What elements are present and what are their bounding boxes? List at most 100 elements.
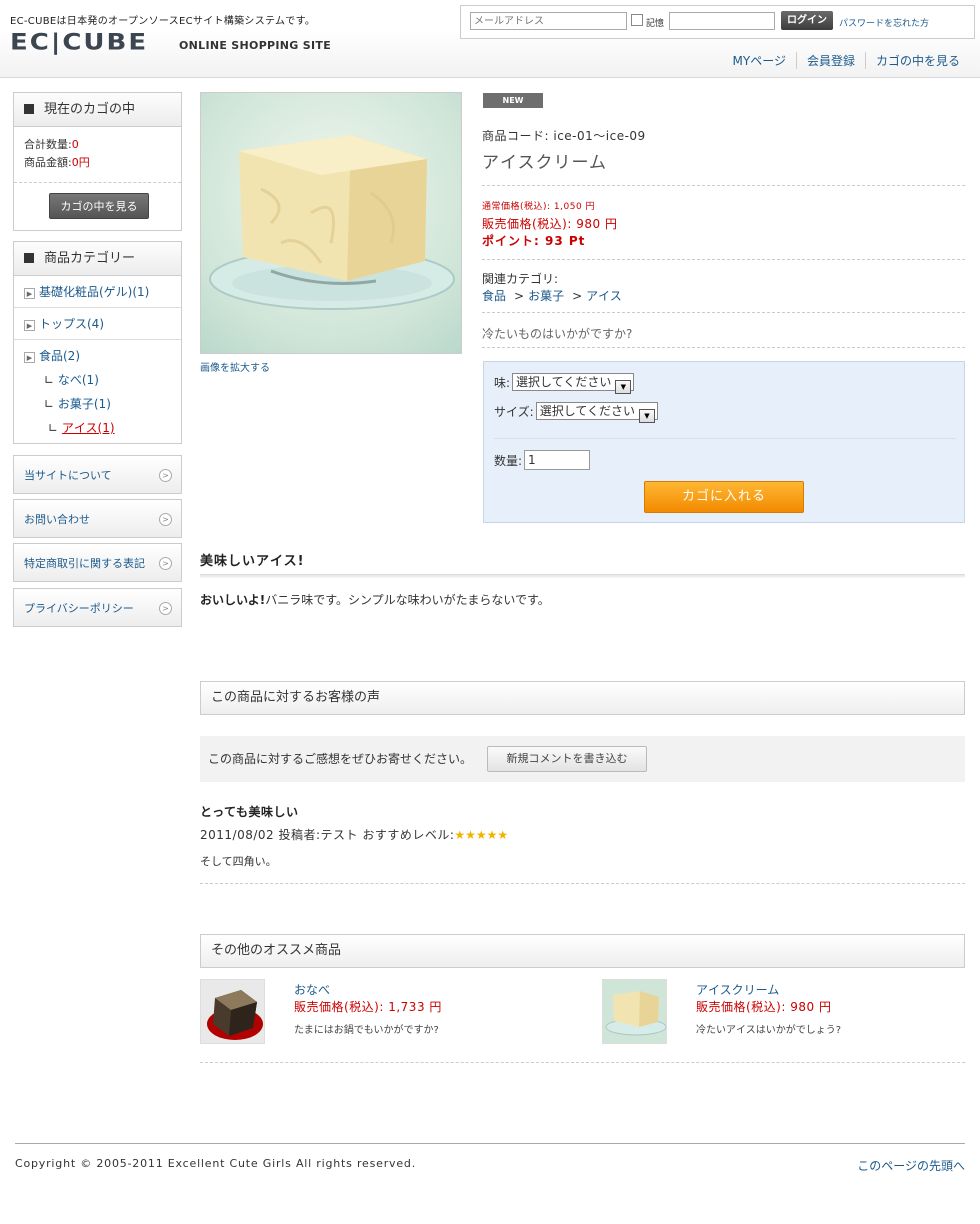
ice-cream-image: [209, 135, 455, 310]
size-label: サイズ:: [494, 404, 534, 419]
square-bullet-icon: [24, 253, 34, 263]
quantity-input[interactable]: 1: [524, 450, 591, 470]
category-link-tops[interactable]: トップス(4): [39, 317, 104, 331]
chevron-right-icon: >: [159, 513, 172, 526]
recommend-price-nabe: 販売価格(税込): 1,733 円: [294, 1000, 442, 1014]
related-link-ice[interactable]: アイス: [586, 289, 622, 303]
category-link-food[interactable]: 食品(2): [39, 349, 80, 363]
cart-summary-box: 現在のカゴの中 合計数量:0 商品金額:0円 カゴの中を見る: [13, 92, 182, 231]
points: ポイント: 93 Pt: [482, 234, 586, 248]
sidebar-link-label[interactable]: 当サイトについて: [24, 469, 112, 482]
sub-title: 美味しいアイス!: [200, 554, 305, 569]
remember-checkbox[interactable]: [631, 14, 643, 26]
recommend-price-ice: 販売価格(税込): 980 円: [696, 1000, 832, 1014]
related-link-okashi[interactable]: お菓子: [528, 289, 564, 303]
nav-mypage-link[interactable]: MYページ: [723, 52, 796, 69]
category-box: 商品カテゴリー ▶ 基礎化粧品(ゲル)(1) ▶ トップス(4) ▶ 食品(2) ∟ …: [13, 241, 182, 444]
add-to-cart-button[interactable]: カゴに入れる: [644, 481, 804, 513]
header: EC-CUBEは日本発のオープンソースECサイト構築システムです。 EC|CUB…: [0, 0, 980, 78]
category-box-header: 商品カテゴリー: [14, 242, 181, 276]
cart-box-header: 現在のカゴの中: [14, 93, 181, 127]
copyright: Copyright © 2005-2011 Excellent Cute Gir…: [15, 1157, 416, 1170]
footer-divider: [15, 1143, 965, 1144]
site-tagline: EC-CUBEは日本発のオープンソースECサイト構築システムです。: [10, 16, 316, 27]
chevron-down-icon: ▼: [615, 380, 632, 394]
sale-price: 販売価格(税込): 980 円: [482, 217, 618, 231]
sub-text-body: バニラ味です。シンプルな味わいがたまらないです。: [265, 593, 550, 607]
category-item: ▶ 食品(2) ∟ なべ(1) ∟ お菓子(1) ∟ アイス(1): [14, 340, 181, 443]
reviews-header: この商品に対するお客様の声: [200, 681, 965, 715]
logo-subtitle: ONLINE SHOPPING SITE: [179, 39, 332, 52]
recommend-name-nabe[interactable]: おなべ: [294, 981, 330, 998]
total-price-label: 商品金額:: [24, 156, 72, 169]
recommend-image-ice[interactable]: [602, 979, 667, 1044]
chevron-right-icon: >: [159, 557, 172, 570]
password-input[interactable]: [669, 12, 775, 30]
nav-register-link[interactable]: 会員登録: [795, 52, 865, 69]
product-name: アイスクリーム: [482, 153, 607, 173]
sidebar-link-about[interactable]: 当サイトについて >: [13, 455, 182, 494]
site-logo[interactable]: EC|CUBE: [10, 30, 148, 56]
add-to-cart-form: 味: 選択してください ▼ サイズ: 選択してください ▼ 数量: 1 カゴに入れる: [483, 361, 965, 523]
flavor-select-value: 選択してください: [516, 375, 612, 389]
product-main-image[interactable]: [200, 92, 462, 354]
sidebar-link-law[interactable]: 特定商取引に関する表記 >: [13, 543, 182, 582]
sidebar-link-privacy[interactable]: プライバシーポリシー >: [13, 588, 182, 627]
chevron-right-icon: >: [159, 602, 172, 615]
size-select[interactable]: 選択してください ▼: [535, 402, 658, 423]
sidebar-link-contact[interactable]: お問い合わせ >: [13, 499, 182, 538]
divider: [482, 185, 965, 186]
cart-box-title: 現在のカゴの中: [44, 102, 136, 117]
sidebar-link-label[interactable]: プライバシーポリシー: [24, 602, 134, 615]
category-link-nabe[interactable]: なべ(1): [58, 373, 99, 387]
category-link-skincare[interactable]: 基礎化粧品(ゲル)(1): [39, 285, 149, 299]
category-link-ice[interactable]: アイス(1): [62, 421, 115, 435]
nav-cart-link[interactable]: カゴの中を見る: [864, 52, 970, 69]
divider: [482, 312, 965, 313]
sidebar-link-label[interactable]: お問い合わせ: [24, 513, 90, 526]
chevron-down-icon: ▼: [638, 409, 655, 423]
ice-cream-thumb: [605, 991, 666, 1036]
sidebar-link-label[interactable]: 特定商取引に関する表記: [24, 557, 145, 570]
recommend-header: その他のオススメ商品: [200, 934, 965, 968]
header-nav: MYページ 会員登録 カゴの中を見る: [723, 52, 970, 69]
total-price-value: 0円: [71, 156, 90, 169]
flavor-label: 味:: [494, 375, 511, 390]
new-comment-button[interactable]: 新規コメントを書き込む: [487, 746, 647, 772]
related-link-food[interactable]: 食品: [482, 289, 506, 303]
qty-label: 数量:: [494, 453, 523, 468]
forgot-password-link[interactable]: パスワードを忘れた方: [839, 16, 929, 29]
star-rating-icon: ★★★★★: [454, 828, 509, 842]
category-link-okashi[interactable]: お菓子(1): [58, 397, 111, 411]
product-code: 商品コード: ice-01～ice-09: [482, 129, 646, 143]
category-item: ▶ 基礎化粧品(ゲル)(1): [14, 276, 181, 308]
view-cart-button[interactable]: カゴの中を見る: [49, 193, 149, 219]
flavor-row: 味: 選択してください ▼: [494, 373, 635, 394]
divider: [200, 883, 965, 884]
total-qty-label: 合計数量:: [24, 138, 72, 151]
sub-divider: [200, 574, 965, 578]
email-input[interactable]: [470, 12, 627, 30]
recommend-comment-ice: 冷たいアイスはいかがでしょう?: [696, 1025, 842, 1036]
login-box: 記憶 ログイン パスワードを忘れた方: [460, 5, 975, 39]
login-button[interactable]: ログイン: [781, 11, 833, 30]
size-select-value: 選択してください: [539, 404, 635, 418]
divider: [200, 1062, 965, 1063]
category-box-title: 商品カテゴリー: [44, 251, 136, 266]
square-bullet-icon: [24, 104, 34, 114]
triangle-right-icon: ▶: [24, 288, 35, 299]
zoom-image-link[interactable]: 画像を拡大する: [200, 359, 270, 374]
cart-info: 合計数量:0 商品金額:0円: [14, 127, 181, 183]
review-prompt: この商品に対するご感想をぜひお寄せください。: [208, 752, 473, 766]
nabe-image: [207, 990, 263, 1040]
review-body: そして四角い。: [200, 855, 277, 868]
sub-text-bold: おいしいよ!: [200, 593, 266, 607]
page-top-link[interactable]: このページの先頭へ: [857, 1157, 965, 1174]
divider: [482, 347, 965, 348]
flavor-select[interactable]: 選択してください ▼: [512, 373, 635, 394]
recommend-name-ice[interactable]: アイスクリーム: [696, 981, 779, 998]
recommend-image-nabe[interactable]: [200, 979, 265, 1044]
category-item: ▶ トップス(4): [14, 308, 181, 340]
breadcrumb-separator: >: [514, 289, 525, 303]
chevron-right-icon: >: [159, 469, 172, 482]
